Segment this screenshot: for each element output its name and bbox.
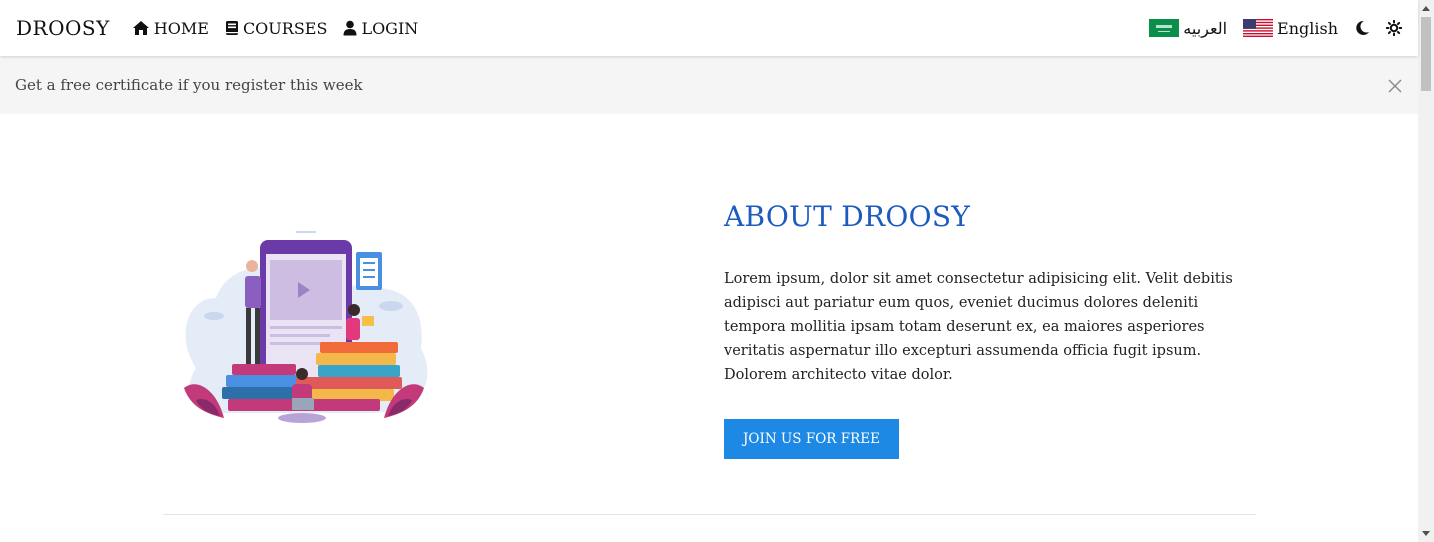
join-us-button[interactable]: JOIN US FOR FREE xyxy=(724,419,899,459)
about-section: ABOUT DROOSY Lorem ipsum, dolor sit amet… xyxy=(724,200,1260,459)
announcement-banner: Get a free certificate if you register t… xyxy=(0,56,1418,114)
about-illustration xyxy=(184,231,428,423)
close-icon[interactable] xyxy=(1388,78,1402,97)
nav-home-label: HOME xyxy=(153,18,209,38)
scroll-up-icon[interactable] xyxy=(1422,6,1430,11)
sun-icon[interactable] xyxy=(1386,20,1402,36)
lang-arabic-link[interactable]: العربيه xyxy=(1149,19,1227,38)
book-icon xyxy=(225,21,238,35)
scroll-down-icon[interactable] xyxy=(1422,531,1430,536)
user-icon xyxy=(343,20,357,36)
brand-logo[interactable]: DROOSY xyxy=(16,16,110,40)
lang-english-label: English xyxy=(1277,18,1338,38)
home-icon xyxy=(132,21,149,35)
nav-login-label: LOGIN xyxy=(361,18,419,38)
nav-login-link[interactable]: LOGIN xyxy=(343,19,418,38)
about-description: Lorem ipsum, dolor sit amet consectetur … xyxy=(724,271,1233,383)
lang-arabic-label: العربيه xyxy=(1183,18,1228,38)
navbar: DROOSY HOME COURSES LOGIN العربيه Englis… xyxy=(0,0,1418,56)
about-title: ABOUT DROOSY xyxy=(724,200,971,233)
announcement-text: Get a free certificate if you register t… xyxy=(15,76,363,94)
section-divider xyxy=(163,514,1256,515)
scrollbar-thumb[interactable] xyxy=(1421,17,1431,91)
page-scrollbar[interactable] xyxy=(1418,0,1434,542)
us-flag-icon xyxy=(1243,19,1274,37)
nav-home-link[interactable]: HOME xyxy=(132,19,209,38)
saudi-flag-icon xyxy=(1149,19,1180,37)
nav-right: العربيه English xyxy=(1133,19,1402,38)
nav-courses-link[interactable]: COURSES xyxy=(225,18,328,38)
lang-english-link[interactable]: English xyxy=(1243,19,1338,38)
moon-icon[interactable] xyxy=(1354,20,1370,36)
nav-courses-label: COURSES xyxy=(242,18,328,38)
